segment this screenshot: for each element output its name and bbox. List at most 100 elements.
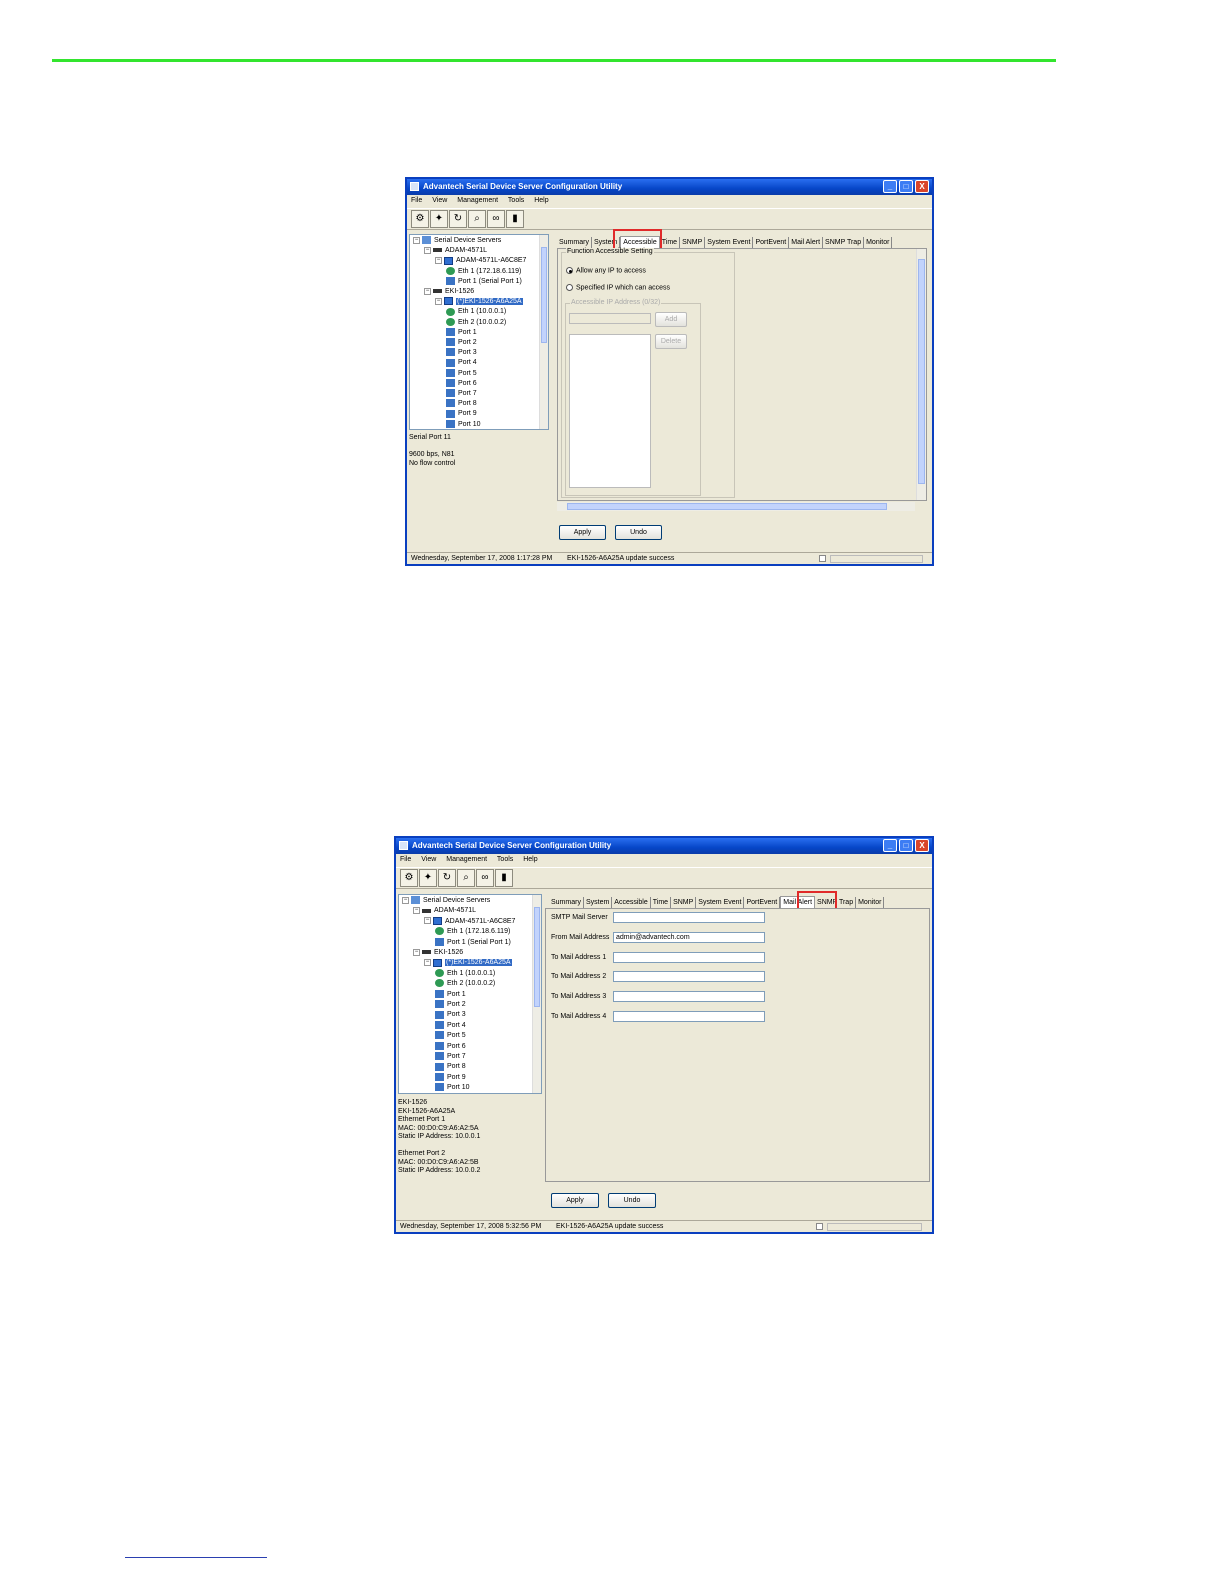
tree-item[interactable]: Port 10 xyxy=(446,419,481,429)
tree-item[interactable]: Eth 1 (172.18.6.119) xyxy=(435,927,510,937)
menu-help[interactable]: Help xyxy=(523,856,537,863)
tab-summary[interactable]: Summary xyxy=(549,897,584,908)
tree-item[interactable]: Eth 1 (10.0.0.1) xyxy=(446,307,506,317)
collapse-icon[interactable]: − xyxy=(402,896,409,904)
tab-portevent[interactable]: PortEvent xyxy=(753,237,790,248)
tree-item[interactable]: Port 3 xyxy=(446,348,477,358)
tab-time[interactable]: Time xyxy=(660,237,681,248)
tab-time[interactable]: Time xyxy=(651,897,672,908)
add-device-icon[interactable]: ⚙ xyxy=(400,869,418,887)
collapse-icon[interactable]: − xyxy=(413,948,420,956)
undo-button[interactable]: Undo xyxy=(608,1193,656,1208)
collapse-icon[interactable]: − xyxy=(435,257,442,265)
panel-scrollbar[interactable] xyxy=(916,249,926,500)
device-tree[interactable]: − Serial Device Servers − ADAM-4571L − ADAM-4… xyxy=(398,894,542,1094)
tree-item[interactable]: Port 5 xyxy=(446,368,477,379)
tree-item[interactable]: Port 3 xyxy=(435,1010,466,1020)
refresh-icon[interactable]: ↻ xyxy=(438,869,456,887)
collapse-icon[interactable]: − xyxy=(424,246,431,254)
device-tree[interactable]: − Serial Device Servers − ADAM-4571L − ADAM-4… xyxy=(409,234,549,430)
tab-mail-alert[interactable]: Mail Alert xyxy=(789,237,824,248)
tab-system[interactable]: System xyxy=(584,897,613,908)
menu-tools[interactable]: Tools xyxy=(508,197,524,204)
tree-item[interactable]: Port 4 xyxy=(446,358,477,368)
collapse-icon[interactable]: − xyxy=(424,959,431,967)
delete-ip-button[interactable]: Delete xyxy=(655,334,687,349)
tree-item[interactable]: Eth 2 (10.0.0.2) xyxy=(435,979,495,989)
menu-file[interactable]: File xyxy=(411,197,422,204)
undo-button[interactable]: Undo xyxy=(615,525,662,540)
device-server-icon[interactable]: ▮ xyxy=(506,210,524,228)
binoculars-icon[interactable]: ∞ xyxy=(487,210,505,228)
maximize-button[interactable]: □ xyxy=(899,180,913,193)
search-icon[interactable]: ✦ xyxy=(430,210,448,228)
menu-management[interactable]: Management xyxy=(457,197,498,204)
tree-item[interactable]: − EKI-1526 xyxy=(413,948,463,958)
menu-view[interactable]: View xyxy=(432,197,447,204)
tree-item[interactable]: Port 8 xyxy=(435,1062,466,1072)
specified-ip-radio[interactable]: Specified IP which can access xyxy=(566,284,670,291)
find-icon[interactable]: ⌕ xyxy=(457,869,475,887)
tree-item[interactable]: Port 1 (Serial Port 1) xyxy=(435,937,511,948)
tree-item[interactable]: − EKI-1526 xyxy=(424,287,474,297)
menu-view[interactable]: View xyxy=(421,856,436,863)
tree-item[interactable]: − ADAM-4571L xyxy=(424,246,487,256)
menu-tools[interactable]: Tools xyxy=(497,856,513,863)
ip-address-list[interactable] xyxy=(569,334,651,488)
mail-field-input[interactable] xyxy=(613,951,765,963)
tree-item[interactable]: − ADAM-4571L-A6C8E7 xyxy=(424,916,515,927)
tab-system-event[interactable]: System Event xyxy=(705,237,754,248)
close-button[interactable]: X xyxy=(915,180,929,193)
ip-address-input[interactable] xyxy=(569,313,651,324)
tree-item[interactable]: Port 6 xyxy=(446,378,477,389)
search-icon[interactable]: ✦ xyxy=(419,869,437,887)
minimize-button[interactable]: _ xyxy=(883,180,897,193)
tree-item[interactable]: Port 1 xyxy=(435,989,466,1000)
tree-item[interactable]: Port 8 xyxy=(446,399,477,409)
collapse-icon[interactable]: − xyxy=(435,297,442,305)
tree-item[interactable]: Port 1 (Serial Port 1) xyxy=(446,276,522,287)
device-server-icon[interactable]: ▮ xyxy=(495,869,513,887)
menu-file[interactable]: File xyxy=(400,856,411,863)
binoculars-icon[interactable]: ∞ xyxy=(476,869,494,887)
tab-monitor[interactable]: Monitor xyxy=(864,237,893,248)
collapse-icon[interactable]: − xyxy=(424,287,431,295)
tree-item[interactable]: − (*)EKI-1526-A6A25A xyxy=(424,958,512,968)
tree-scrollbar[interactable] xyxy=(539,235,548,429)
tab-snmp-trap[interactable]: SNMP Trap xyxy=(823,237,865,248)
apply-button[interactable]: Apply xyxy=(551,1193,599,1208)
allow-any-ip-radio[interactable]: Allow any IP to access xyxy=(566,267,646,274)
tree-item[interactable]: Port 5 xyxy=(435,1031,466,1041)
tab-snmp[interactable]: SNMP xyxy=(671,897,697,908)
collapse-icon[interactable]: − xyxy=(424,917,431,925)
tree-item[interactable]: Port 1 xyxy=(446,327,477,338)
tab-portevent[interactable]: PortEvent xyxy=(744,897,781,908)
tab-system-event[interactable]: System Event xyxy=(696,897,745,908)
tree-item[interactable]: Port 2 xyxy=(446,338,477,348)
menu-help[interactable]: Help xyxy=(534,197,548,204)
tree-item[interactable]: Port 7 xyxy=(435,1052,466,1062)
apply-button[interactable]: Apply xyxy=(559,525,606,540)
tree-item[interactable]: Port 9 xyxy=(446,409,477,419)
tree-item[interactable]: Port 4 xyxy=(435,1020,466,1031)
tree-item[interactable]: − ADAM-4571L-A6C8E7 xyxy=(435,256,526,266)
tree-item[interactable]: − (*)EKI-1526-A6A25A xyxy=(435,297,523,307)
mail-field-input[interactable] xyxy=(613,991,765,1003)
add-ip-button[interactable]: Add xyxy=(655,312,687,327)
tab-summary[interactable]: Summary xyxy=(557,237,592,248)
panel-horizontal-scrollbar[interactable] xyxy=(557,502,915,511)
tree-item[interactable]: Port 6 xyxy=(435,1041,466,1052)
mail-field-input[interactable]: admin@advantech.com xyxy=(613,931,765,943)
minimize-button[interactable]: _ xyxy=(883,839,897,852)
tree-scrollbar[interactable] xyxy=(532,895,541,1093)
tab-snmp[interactable]: SNMP xyxy=(680,237,706,248)
tree-item[interactable]: Eth 1 (172.18.6.119) xyxy=(446,266,521,277)
tab-monitor[interactable]: Monitor xyxy=(856,897,885,908)
tree-item[interactable]: Port 7 xyxy=(446,389,477,399)
refresh-icon[interactable]: ↻ xyxy=(449,210,467,228)
tree-item[interactable]: Port 2 xyxy=(435,1000,466,1010)
tree-item[interactable]: Port 9 xyxy=(435,1072,466,1083)
tree-item[interactable]: − Serial Device Servers xyxy=(402,896,490,906)
tab-accessible[interactable]: Accessible xyxy=(612,897,651,908)
tree-item[interactable]: − ADAM-4571L xyxy=(413,906,476,916)
